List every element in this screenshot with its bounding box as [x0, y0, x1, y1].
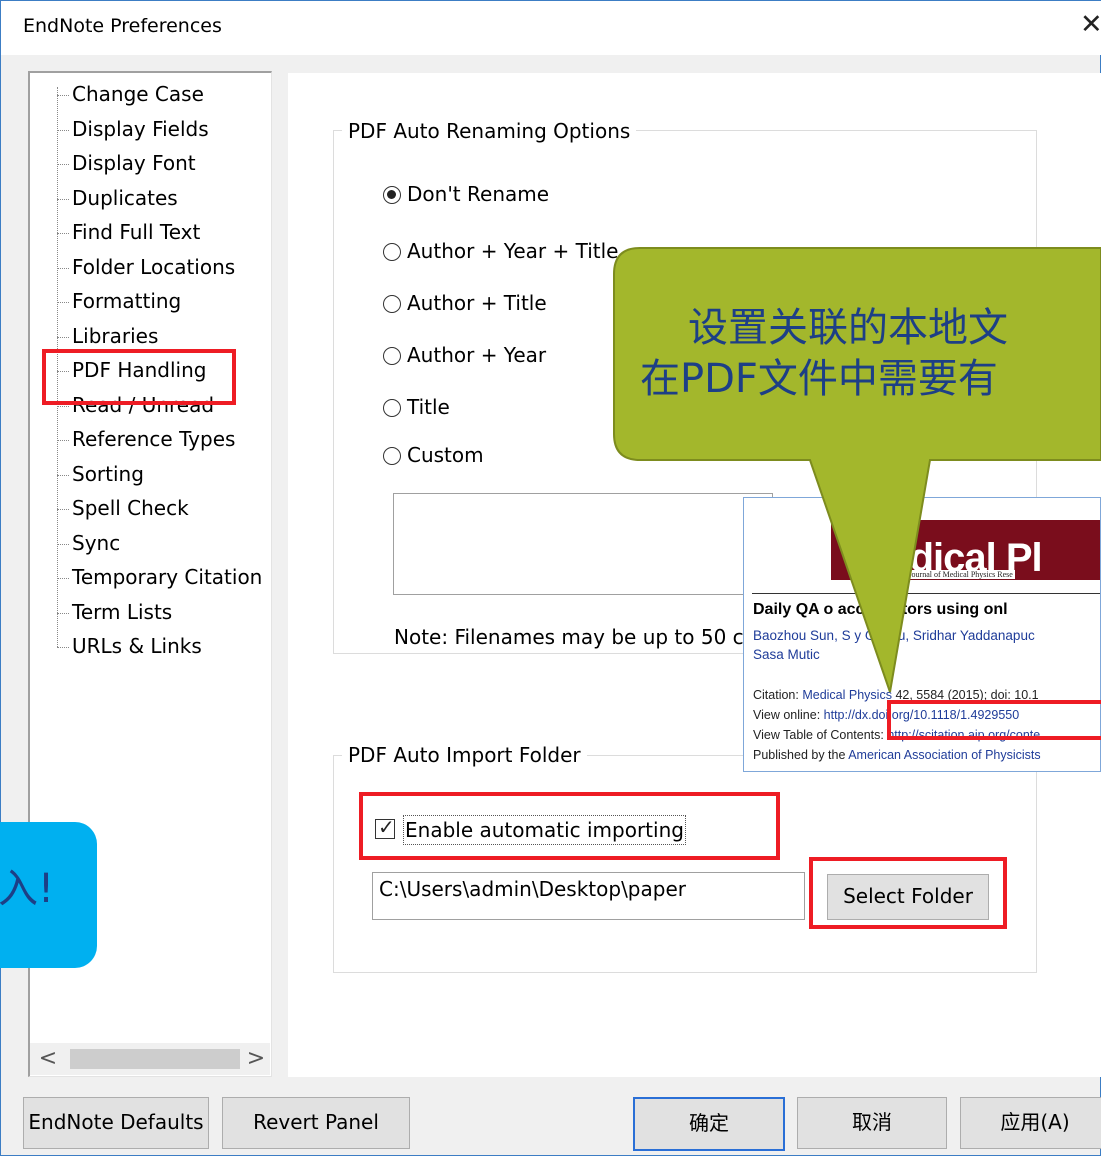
sidebar-item-label: Find Full Text	[72, 220, 201, 244]
sidebar-item-sorting[interactable]: Sorting	[57, 458, 144, 490]
radio-custom[interactable]: Custom	[383, 440, 484, 470]
sidebar-item-label: Display Fields	[72, 117, 209, 141]
sidebar-item-label: Reference Types	[72, 427, 236, 451]
sidebar-item-formatting[interactable]: Formatting	[57, 285, 181, 317]
scroll-right-icon[interactable]: >	[242, 1043, 270, 1075]
radio-icon	[383, 399, 401, 417]
sidebar-item-label: Formatting	[72, 289, 182, 313]
sidebar-item-change-case[interactable]: Change Case	[57, 78, 204, 110]
radio-icon	[383, 447, 401, 465]
published-prefix: Published by the	[753, 748, 849, 762]
sidebar-item-label: Sorting	[72, 462, 144, 486]
sidebar-item-display-fields[interactable]: Display Fields	[57, 113, 209, 145]
scroll-left-icon[interactable]: <	[34, 1043, 62, 1075]
tree-branch-icon	[57, 199, 69, 200]
radio-author-year[interactable]: Author + Year	[383, 340, 546, 370]
radio-label: Don't Rename	[407, 182, 550, 206]
radio-label: Author + Year + Title	[407, 239, 619, 263]
renaming-options-legend: PDF Auto Renaming Options	[342, 118, 637, 144]
tree-branch-icon	[57, 95, 69, 96]
tree-branch-icon	[57, 337, 69, 338]
tree-branch-icon	[57, 406, 69, 407]
sidebar-item-label: URLs & Links	[72, 634, 202, 658]
radio-icon	[383, 243, 401, 261]
tree-branch-icon	[57, 164, 69, 165]
sidebar-item-label: Change Case	[72, 82, 204, 106]
published-line: Published by the American Association of…	[753, 748, 1041, 762]
apply-button[interactable]: 应用(A)	[960, 1097, 1101, 1149]
radio-selected-icon	[383, 186, 401, 204]
revert-panel-button[interactable]: Revert Panel	[222, 1097, 410, 1149]
close-icon[interactable]: ✕	[1080, 9, 1101, 41]
sidebar-item-label: Libraries	[72, 324, 159, 348]
callout-text-line2: 在PDF文件中需要有	[640, 356, 998, 402]
cancel-button[interactable]: 取消	[797, 1097, 947, 1149]
auto-import-legend: PDF Auto Import Folder	[342, 742, 587, 768]
scroll-thumb[interactable]	[70, 1049, 240, 1069]
radio-author-year-title[interactable]: Author + Year + Title	[383, 236, 618, 266]
sidebar-item-libraries[interactable]: Libraries	[57, 320, 158, 352]
callout-text-line1: 设置关联的本地文	[688, 305, 1008, 351]
sidebar-item-label: Temporary Citation	[72, 565, 263, 589]
sidebar-item-label: Display Font	[72, 151, 196, 175]
sidebar-item-spell-check[interactable]: Spell Check	[57, 492, 189, 524]
tree-branch-icon	[57, 268, 69, 269]
sidebar-item-reference-types[interactable]: Reference Types	[57, 423, 235, 455]
tree-branch-icon	[57, 613, 69, 614]
sidebar-item-urls-links[interactable]: URLs & Links	[57, 630, 202, 662]
sidebar-item-sync[interactable]: Sync	[57, 527, 120, 559]
sidebar-item-duplicates[interactable]: Duplicates	[57, 182, 178, 214]
tree-branch-icon	[57, 509, 69, 510]
radio-author-title[interactable]: Author + Title	[383, 288, 547, 318]
view-online-prefix: View online:	[753, 708, 824, 722]
ok-button[interactable]: 确定	[633, 1097, 785, 1151]
tree-branch-icon	[57, 475, 69, 476]
radio-label: Author + Year	[407, 343, 547, 367]
tip-text: 入!	[0, 866, 55, 912]
tree-branch-icon	[57, 130, 69, 131]
folder-path-input[interactable]	[372, 872, 805, 920]
sidebar-item-label: Spell Check	[72, 496, 189, 520]
sidebar-item-temporary-citation[interactable]: Temporary Citation	[57, 561, 262, 593]
tree-branch-icon	[57, 544, 69, 545]
tree-branch-icon	[57, 440, 69, 441]
endnote-defaults-button[interactable]: EndNote Defaults	[23, 1097, 209, 1149]
highlight-doi	[887, 700, 1101, 740]
window-title: EndNote Preferences	[23, 15, 222, 37]
sidebar-item-term-lists[interactable]: Term Lists	[57, 596, 172, 628]
sidebar-item-label: Folder Locations	[72, 255, 236, 279]
sidebar-item-label: Duplicates	[72, 186, 178, 210]
highlight-select-folder	[809, 857, 1007, 929]
tree-branch-icon	[57, 233, 69, 234]
radio-label: Title	[407, 395, 450, 419]
tree-branch-icon	[57, 302, 69, 303]
toc-prefix: View Table of Contents:	[753, 728, 888, 742]
radio-icon	[383, 295, 401, 313]
sidebar-item-label: Term Lists	[72, 600, 173, 624]
sidebar-item-folder-locations[interactable]: Folder Locations	[57, 251, 235, 283]
publisher-link[interactable]: American Association of Physicists	[848, 748, 1040, 762]
radio-title[interactable]: Title	[383, 392, 450, 422]
sidebar-item-display-font[interactable]: Display Font	[57, 147, 196, 179]
highlight-pdf-handling	[42, 349, 236, 405]
radio-icon	[383, 347, 401, 365]
title-bar: EndNote Preferences ✕	[1, 1, 1101, 55]
radio-dont-rename[interactable]: Don't Rename	[383, 179, 549, 209]
tree-branch-icon	[57, 578, 69, 579]
radio-label: Custom	[407, 443, 484, 467]
radio-label: Author + Title	[407, 291, 547, 315]
sidebar-item-label: Sync	[72, 531, 121, 555]
horizontal-scrollbar[interactable]: < >	[30, 1043, 270, 1075]
tree-branch-icon	[57, 647, 69, 648]
sidebar-item-find-full-text[interactable]: Find Full Text	[57, 216, 200, 248]
highlight-auto-import	[359, 792, 780, 860]
